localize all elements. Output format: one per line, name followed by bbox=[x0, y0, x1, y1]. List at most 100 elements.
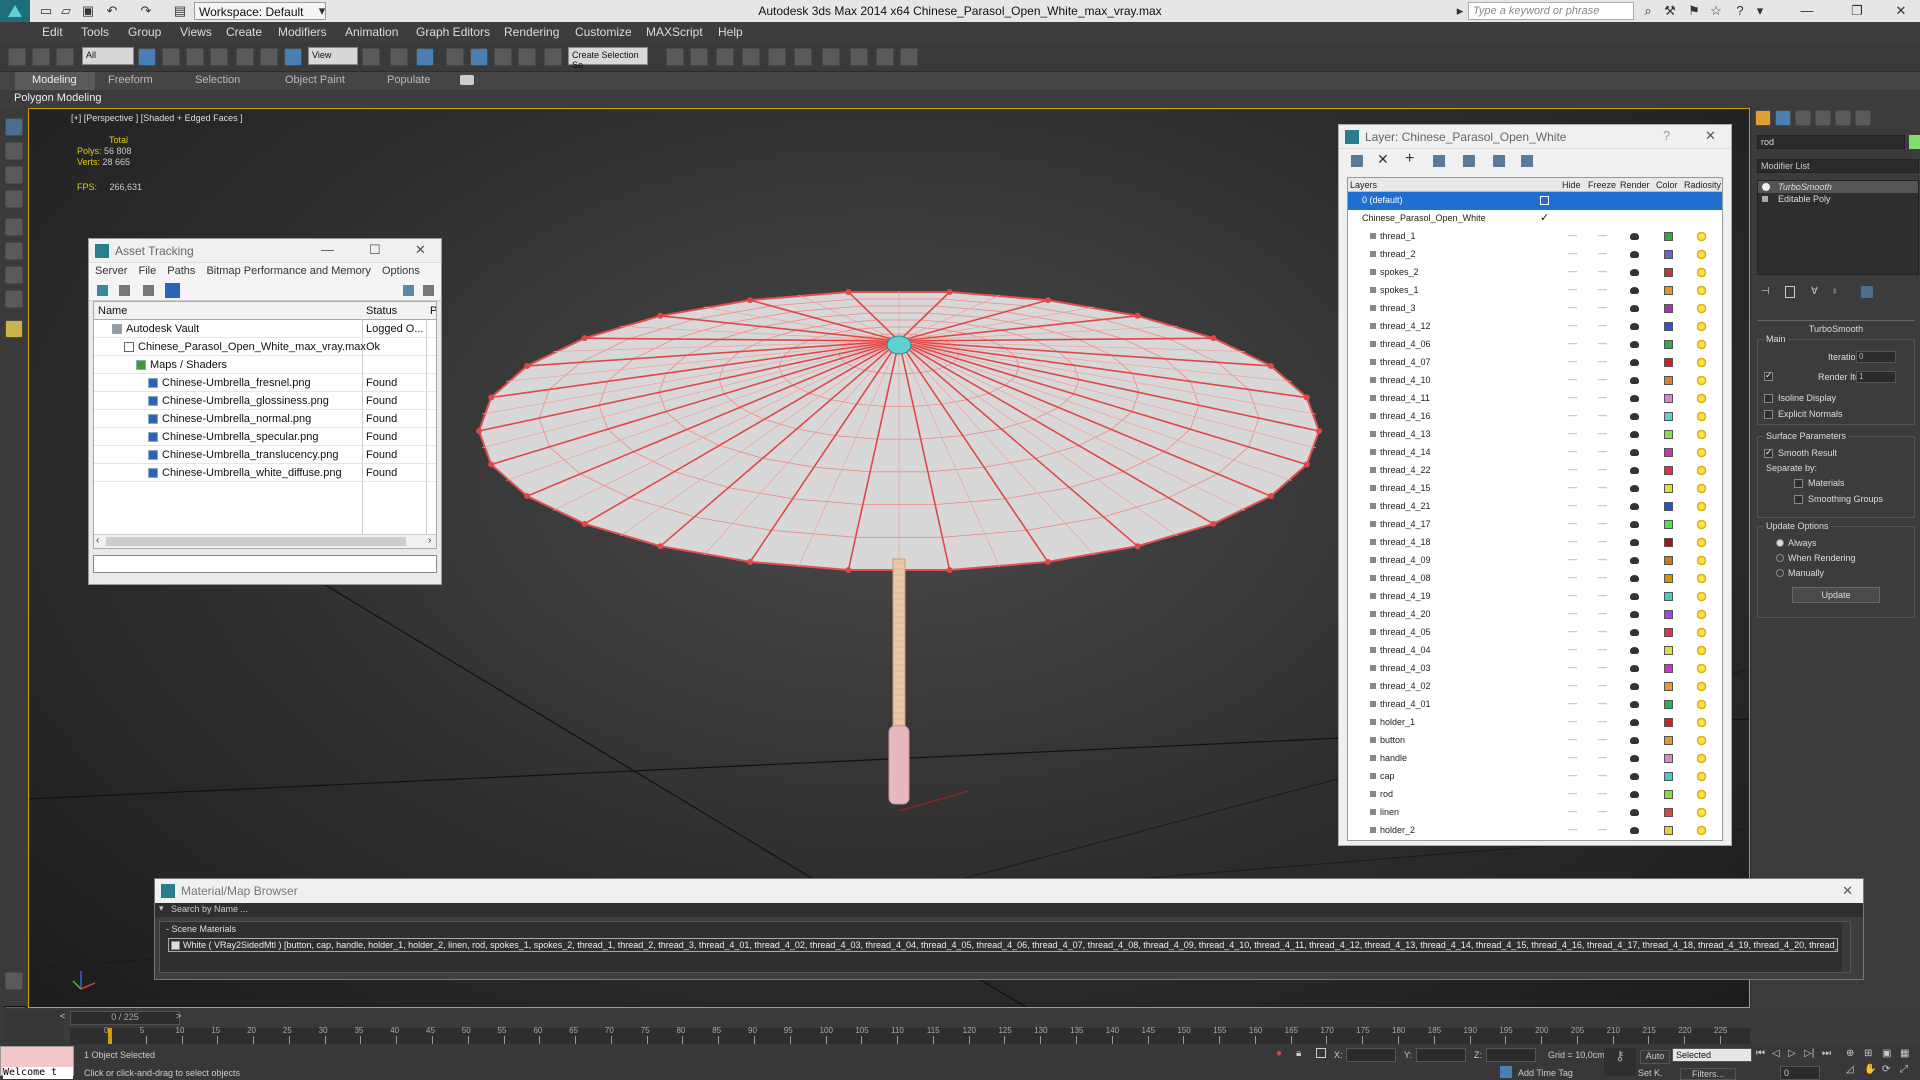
configure-modifier-sets-icon[interactable] bbox=[1861, 286, 1873, 298]
ribbon-tab-modeling[interactable]: Modeling bbox=[32, 74, 77, 86]
scroll-left-icon[interactable]: ‹ bbox=[96, 535, 99, 546]
render-teapot-icon[interactable] bbox=[1630, 395, 1639, 402]
app-logo-icon[interactable] bbox=[0, 0, 30, 22]
help-icon[interactable] bbox=[403, 285, 414, 296]
asset-menu-bitmap[interactable]: Bitmap Performance and Memory bbox=[206, 265, 370, 277]
new-file-icon[interactable]: ▭ bbox=[38, 3, 54, 19]
render-teapot-icon[interactable] bbox=[1630, 611, 1639, 618]
help-icon[interactable]: ? bbox=[1732, 3, 1748, 19]
viewport-label[interactable]: [+] [Perspective ] [Shaded + Edged Faces… bbox=[71, 113, 243, 123]
select-icon[interactable] bbox=[5, 142, 23, 160]
freeze-toggle[interactable]: — bbox=[1598, 410, 1607, 420]
radiosity-sun-icon[interactable] bbox=[1696, 375, 1707, 386]
radiosity-sun-icon[interactable] bbox=[1696, 807, 1707, 818]
keyboard-shortcut-override-icon[interactable] bbox=[416, 48, 434, 66]
lock-selection-icon[interactable]: 🔒︎ bbox=[1296, 1048, 1301, 1059]
layer-object-row[interactable]: thread_4_06 — — bbox=[1348, 336, 1722, 354]
align-icon[interactable] bbox=[690, 48, 708, 66]
menu-tools[interactable]: Tools bbox=[81, 25, 109, 39]
color-swatch[interactable] bbox=[1664, 718, 1673, 727]
previous-frame-icon[interactable]: ◁ bbox=[1772, 1048, 1780, 1059]
percent-snap-icon[interactable] bbox=[494, 48, 512, 66]
key-mode-dropdown[interactable]: Selected bbox=[1672, 1048, 1752, 1062]
render-teapot-icon[interactable] bbox=[1630, 269, 1639, 276]
render-teapot-icon[interactable] bbox=[1630, 719, 1639, 726]
keyword-search-input[interactable]: Type a keyword or phrase bbox=[1468, 2, 1634, 20]
select-object-icon[interactable] bbox=[138, 48, 156, 66]
color-swatch[interactable] bbox=[1664, 646, 1673, 655]
menu-modifiers[interactable]: Modifiers bbox=[278, 25, 327, 39]
render-teapot-icon[interactable] bbox=[1630, 503, 1639, 510]
column-color[interactable]: Color bbox=[1656, 180, 1678, 190]
freeze-toggle[interactable]: — bbox=[1598, 608, 1607, 618]
asset-menu-file[interactable]: File bbox=[138, 265, 156, 277]
hide-toggle[interactable]: — bbox=[1568, 338, 1577, 348]
freeze-toggle[interactable]: — bbox=[1598, 266, 1607, 276]
radiosity-sun-icon[interactable] bbox=[1696, 735, 1707, 746]
hide-toggle[interactable]: — bbox=[1568, 716, 1577, 726]
hide-toggle[interactable]: — bbox=[1568, 590, 1577, 600]
project-folder-icon[interactable]: ▤ bbox=[172, 3, 188, 19]
color-swatch[interactable] bbox=[1664, 826, 1673, 835]
radiosity-sun-icon[interactable] bbox=[1696, 609, 1707, 620]
explicit-normals-checkbox[interactable] bbox=[1764, 410, 1773, 419]
rotate-icon[interactable] bbox=[260, 48, 278, 66]
freeze-toggle[interactable]: — bbox=[1598, 788, 1607, 798]
hide-toggle[interactable]: — bbox=[1568, 644, 1577, 654]
column-path[interactable]: P bbox=[430, 305, 436, 317]
table-row[interactable]: Chinese-Umbrella_normal.png Found bbox=[94, 410, 436, 428]
render-teapot-icon[interactable] bbox=[1630, 755, 1639, 762]
layer-object-row[interactable]: thread_4_05 — — bbox=[1348, 624, 1722, 642]
menu-animation[interactable]: Animation bbox=[345, 25, 398, 39]
hide-toggle[interactable]: — bbox=[1568, 518, 1577, 528]
active-layer-check-icon[interactable]: ✓ bbox=[1540, 211, 1549, 224]
render-teapot-icon[interactable] bbox=[1630, 701, 1639, 708]
freeze-toggle[interactable]: — bbox=[1598, 824, 1607, 834]
layer-object-row[interactable]: thread_4_16 — — bbox=[1348, 408, 1722, 426]
hide-toggle[interactable]: — bbox=[1568, 752, 1577, 762]
ribbon-polygon-modeling[interactable]: Polygon Modeling bbox=[14, 92, 101, 104]
color-swatch[interactable] bbox=[1664, 736, 1673, 745]
asset-menu-paths[interactable]: Paths bbox=[167, 265, 195, 277]
display-tab-icon[interactable] bbox=[1835, 110, 1851, 126]
utilities-tab-icon[interactable] bbox=[1855, 110, 1871, 126]
mirror-icon[interactable] bbox=[666, 48, 684, 66]
render-iters-checkbox[interactable] bbox=[1764, 370, 1773, 381]
radiosity-sun-icon[interactable] bbox=[1696, 771, 1707, 782]
column-name[interactable]: Name bbox=[98, 305, 127, 317]
radiosity-sun-icon[interactable] bbox=[1696, 789, 1707, 800]
show-end-result-icon[interactable] bbox=[1785, 286, 1795, 298]
freeze-toggle[interactable]: — bbox=[1598, 338, 1607, 348]
absolute-mode-icon[interactable] bbox=[1316, 1048, 1326, 1058]
freeze-unfreeze-all-icon[interactable] bbox=[1521, 155, 1533, 167]
layer-object-row[interactable]: holder_2 — — bbox=[1348, 822, 1722, 840]
expand-icon[interactable] bbox=[1762, 196, 1768, 202]
layer-object-row[interactable]: thread_4_15 — — bbox=[1348, 480, 1722, 498]
named-selection-set-dropdown[interactable]: Create Selection Se bbox=[568, 47, 648, 70]
layer-object-row[interactable]: spokes_2 — — bbox=[1348, 264, 1722, 282]
select-and-link-icon[interactable] bbox=[8, 48, 26, 66]
render-teapot-icon[interactable] bbox=[1630, 737, 1639, 744]
radiosity-sun-icon[interactable] bbox=[1696, 231, 1707, 242]
time-tag-icon[interactable] bbox=[1500, 1066, 1512, 1078]
open-file-icon[interactable]: ▱ bbox=[58, 3, 74, 19]
freeze-toggle[interactable]: — bbox=[1598, 662, 1607, 672]
scroll-right-icon[interactable]: › bbox=[428, 535, 431, 546]
hide-toggle[interactable]: — bbox=[1568, 284, 1577, 294]
table-row[interactable]: Chinese-Umbrella_translucency.png Found bbox=[94, 446, 436, 464]
close-icon[interactable]: ✕ bbox=[1705, 128, 1716, 144]
menu-maxscript[interactable]: MAXScript bbox=[646, 25, 703, 39]
radiosity-sun-icon[interactable] bbox=[1696, 321, 1707, 332]
table-row[interactable]: Maps / Shaders bbox=[94, 356, 436, 374]
color-swatch[interactable] bbox=[1664, 376, 1673, 385]
layer-row-default[interactable]: 0 (default) bbox=[1348, 192, 1722, 210]
update-button[interactable]: Update bbox=[1792, 587, 1880, 603]
hide-toggle[interactable]: — bbox=[1568, 374, 1577, 384]
layer-object-row[interactable]: thread_3 — — bbox=[1348, 300, 1722, 318]
layer-object-row[interactable]: handle — — bbox=[1348, 750, 1722, 768]
color-swatch[interactable] bbox=[1664, 430, 1673, 439]
modify-icon[interactable] bbox=[5, 242, 23, 260]
freeze-toggle[interactable]: — bbox=[1598, 806, 1607, 816]
slider-prev-icon[interactable]: < bbox=[60, 1011, 65, 1021]
z-coordinate-field[interactable] bbox=[1486, 1048, 1536, 1062]
